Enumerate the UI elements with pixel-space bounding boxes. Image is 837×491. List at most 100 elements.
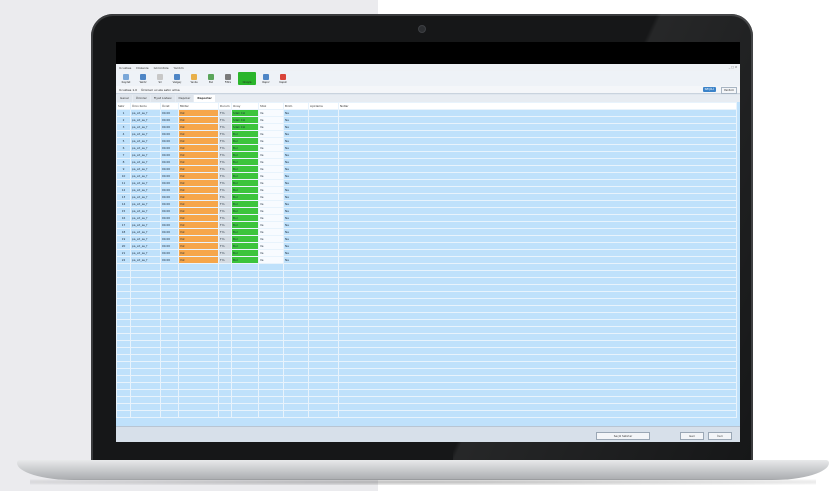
table-cell[interactable]: 19: [116, 235, 131, 243]
empty-cell[interactable]: [308, 123, 339, 131]
empty-cell[interactable]: [338, 207, 737, 215]
empty-cell[interactable]: [178, 368, 219, 376]
tab-3[interactable]: Depolar: [175, 95, 194, 102]
table-cell[interactable]: Yok: [178, 193, 219, 201]
empty-cell[interactable]: [218, 354, 232, 362]
menu-item[interactable]: Yardım: [174, 66, 184, 70]
table-cell[interactable]: 00.00: [160, 200, 179, 208]
empty-cell[interactable]: [308, 130, 339, 138]
empty-cell[interactable]: [308, 403, 339, 411]
table-cell[interactable]: Na: [283, 158, 309, 166]
table-cell[interactable]: 8: [116, 158, 131, 166]
table-cell[interactable]: Ve: [258, 186, 284, 194]
table-cell[interactable]: Bul: [231, 256, 259, 264]
empty-cell[interactable]: [308, 354, 339, 362]
empty-cell[interactable]: [116, 396, 131, 404]
empty-cell[interactable]: [231, 319, 259, 327]
empty-cell[interactable]: [258, 305, 284, 313]
table-row[interactable]: 21 pa_xd_as_f 00.00 Yok Tm Bul Ve Na: [116, 249, 737, 257]
empty-cell[interactable]: [338, 144, 737, 152]
empty-cell[interactable]: [231, 326, 259, 334]
empty-cell[interactable]: [160, 410, 179, 418]
column-header[interactable]: Ürün Kodu: [130, 102, 161, 110]
empty-cell[interactable]: [338, 242, 737, 250]
empty-cell[interactable]: [116, 354, 131, 362]
empty-cell[interactable]: [178, 375, 219, 383]
table-cell[interactable]: Yok: [178, 256, 219, 264]
empty-cell[interactable]: [308, 319, 339, 327]
empty-cell[interactable]: [231, 284, 259, 292]
empty-cell[interactable]: [338, 326, 737, 334]
table-cell[interactable]: Bul: [231, 144, 259, 152]
table-row[interactable]: 10 pa_xd_as_f 00.00 Yok Tm Bul Ve Na: [116, 172, 737, 180]
table-cell[interactable]: 5: [116, 137, 131, 145]
empty-cell[interactable]: [338, 284, 737, 292]
empty-cell[interactable]: [178, 270, 219, 278]
empty-cell[interactable]: [258, 312, 284, 320]
empty-cell[interactable]: [283, 375, 309, 383]
table-cell[interactable]: Bul: [231, 207, 259, 215]
table-cell[interactable]: Tm: [218, 109, 232, 117]
table-cell[interactable]: 15: [116, 207, 131, 215]
table-cell[interactable]: pa_xd_as_f: [130, 214, 161, 222]
toolbar-check-button[interactable]: Onayla: [238, 72, 256, 85]
table-cell[interactable]: Sdak Ciz: [231, 109, 259, 117]
table-row[interactable]: [116, 291, 737, 299]
empty-cell[interactable]: [130, 312, 161, 320]
empty-cell[interactable]: [231, 361, 259, 369]
table-cell[interactable]: Ve: [258, 249, 284, 257]
empty-cell[interactable]: [231, 410, 259, 418]
table-cell[interactable]: Yok: [178, 179, 219, 187]
empty-cell[interactable]: [308, 165, 339, 173]
empty-cell[interactable]: [258, 340, 284, 348]
empty-cell[interactable]: [130, 410, 161, 418]
table-cell[interactable]: 18: [116, 228, 131, 236]
empty-cell[interactable]: [116, 263, 131, 271]
empty-cell[interactable]: [258, 368, 284, 376]
table-cell[interactable]: Na: [283, 144, 309, 152]
table-cell[interactable]: Tm: [218, 228, 232, 236]
table-row[interactable]: [116, 270, 737, 278]
empty-cell[interactable]: [283, 396, 309, 404]
table-cell[interactable]: pa_xd_as_f: [130, 235, 161, 243]
empty-cell[interactable]: [338, 382, 737, 390]
empty-cell[interactable]: [231, 277, 259, 285]
empty-cell[interactable]: [116, 403, 131, 411]
empty-cell[interactable]: [258, 263, 284, 271]
empty-cell[interactable]: [308, 214, 339, 222]
table-cell[interactable]: pa_xd_as_f: [130, 200, 161, 208]
table-cell[interactable]: Na: [283, 109, 309, 117]
toolbar-save-button[interactable]: Kaydet: [119, 72, 133, 85]
table-cell[interactable]: Na: [283, 193, 309, 201]
empty-cell[interactable]: [160, 354, 179, 362]
table-cell[interactable]: Tm: [218, 221, 232, 229]
empty-cell[interactable]: [283, 312, 309, 320]
table-cell[interactable]: Na: [283, 207, 309, 215]
empty-cell[interactable]: [283, 361, 309, 369]
table-cell[interactable]: pa_xd_as_f: [130, 130, 161, 138]
toolbar-close-button[interactable]: Kapat: [276, 72, 290, 85]
empty-cell[interactable]: [218, 284, 232, 292]
table-cell[interactable]: pa_xd_as_f: [130, 151, 161, 159]
empty-cell[interactable]: [338, 151, 737, 159]
toolbar-report-button[interactable]: Rapor: [259, 72, 273, 85]
table-cell[interactable]: Na: [283, 200, 309, 208]
empty-cell[interactable]: [258, 319, 284, 327]
table-cell[interactable]: Na: [283, 186, 309, 194]
empty-cell[interactable]: [116, 305, 131, 313]
table-row[interactable]: 9 pa_xd_as_f 00.00 Yok Tm Bul Ve Na: [116, 165, 737, 173]
empty-cell[interactable]: [308, 256, 339, 264]
table-cell[interactable]: Bul: [231, 151, 259, 159]
table-cell[interactable]: Tm: [218, 130, 232, 138]
empty-cell[interactable]: [338, 291, 737, 299]
empty-cell[interactable]: [338, 179, 737, 187]
table-cell[interactable]: Bul: [231, 242, 259, 250]
empty-cell[interactable]: [338, 165, 737, 173]
table-cell[interactable]: Yok: [178, 109, 219, 117]
table-row[interactable]: [116, 354, 737, 362]
empty-cell[interactable]: [116, 361, 131, 369]
empty-cell[interactable]: [160, 375, 179, 383]
table-cell[interactable]: 21: [116, 249, 131, 257]
table-cell[interactable]: Sdak Ciz: [231, 116, 259, 124]
table-row[interactable]: 11 pa_xd_as_f 00.00 Yok Tm Bul Ve Na: [116, 179, 737, 187]
